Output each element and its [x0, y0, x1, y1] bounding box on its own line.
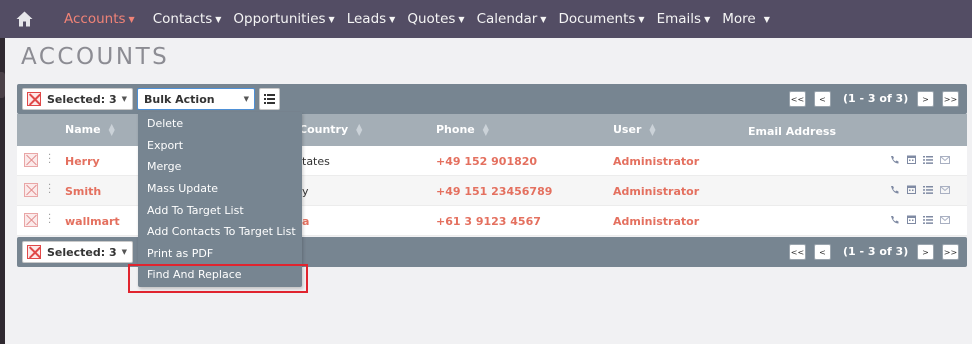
menu-item-delete[interactable]: Delete	[147, 117, 183, 130]
calendar-icon[interactable]	[906, 154, 916, 165]
column-chooser-button[interactable]	[259, 88, 280, 110]
chevron-down-icon: ▼	[243, 95, 249, 103]
country-cell: tates	[302, 155, 330, 168]
nav-emails[interactable]: Emails ▼	[651, 0, 717, 38]
chevron-down-icon: ▼	[458, 14, 465, 24]
calendar-icon[interactable]	[906, 214, 916, 225]
chevron-down-icon: ▼	[128, 14, 135, 24]
selected-count: Selected: 3	[47, 92, 117, 106]
row-actions-icon[interactable]: · · ·	[48, 211, 51, 229]
column-header-country[interactable]: Country ▲ ▼	[299, 121, 363, 137]
chevron-down-icon: ▼	[704, 14, 711, 24]
phone-link[interactable]: +49 152 901820	[436, 155, 537, 168]
phone-icon[interactable]	[889, 214, 899, 225]
task-list-icon[interactable]	[923, 214, 933, 225]
row-checkbox[interactable]	[24, 183, 38, 197]
row-actions-icon[interactable]: · · ·	[48, 181, 51, 199]
account-name-link[interactable]: wallmart	[65, 215, 120, 228]
nav-quotes[interactable]: Quotes ▼	[401, 0, 470, 38]
sort-icon: ▲ ▼	[356, 121, 363, 137]
selected-count: Selected: 3	[47, 245, 117, 259]
nav-documents[interactable]: Documents ▼	[552, 0, 650, 38]
bulk-action-button[interactable]: Bulk Action ▼	[137, 88, 255, 110]
first-page-button[interactable]: <<	[789, 244, 806, 260]
pagination-count: (1 - 3 of 3)	[843, 92, 909, 105]
task-list-icon[interactable]	[923, 184, 933, 195]
nav-opportunities[interactable]: Opportunities ▼	[227, 0, 340, 38]
nav-contacts[interactable]: Contacts ▼	[147, 0, 228, 38]
account-name-link[interactable]: Smith	[65, 185, 101, 198]
chevron-down-icon: ▼	[328, 14, 335, 24]
list-action-bar-top: Selected: 3 ▼ Bulk Action ▼ << < (1 - 3 …	[17, 84, 967, 114]
nav-leads[interactable]: Leads ▼	[341, 0, 402, 38]
last-page-button[interactable]: >>	[942, 91, 959, 107]
email-icon[interactable]	[940, 154, 950, 165]
bulk-action-label: Bulk Action	[144, 93, 215, 106]
user-link[interactable]: Administrator	[613, 185, 699, 198]
column-header-name[interactable]: Name ▲ ▼	[65, 121, 115, 137]
menu-item-merge[interactable]: Merge	[147, 160, 181, 173]
mass-select-dropdown[interactable]: Selected: 3 ▼	[22, 88, 133, 110]
next-page-button[interactable]: >	[917, 244, 934, 260]
next-page-button[interactable]: >	[917, 91, 934, 107]
menu-item-print-as-pdf[interactable]: Print as PDF	[147, 247, 213, 260]
phone-link[interactable]: +49 151 23456789	[436, 185, 552, 198]
email-icon[interactable]	[940, 214, 950, 225]
mass-select-dropdown[interactable]: Selected: 3 ▼	[22, 241, 133, 263]
list-icon	[264, 94, 275, 104]
user-link[interactable]: Administrator	[613, 215, 699, 228]
deselect-checkbox[interactable]	[27, 245, 41, 259]
chevron-down-icon: ▼	[763, 14, 770, 24]
nav-accounts[interactable]: Accounts ▼	[46, 0, 141, 38]
column-header-user[interactable]: User ▲ ▼	[613, 121, 656, 137]
chevron-down-icon: ▼	[638, 14, 645, 24]
user-link[interactable]: Administrator	[613, 155, 699, 168]
highlight-box	[128, 264, 308, 293]
column-header-phone[interactable]: Phone ▲ ▼	[436, 121, 489, 137]
first-page-button[interactable]: <<	[789, 91, 806, 107]
sort-icon: ▲ ▼	[108, 121, 115, 137]
deselect-checkbox[interactable]	[27, 92, 41, 106]
menu-item-add-contacts-to-target-list[interactable]: Add Contacts To Target List	[147, 225, 296, 238]
prev-page-button[interactable]: <	[814, 244, 831, 260]
sort-icon: ▲ ▼	[482, 121, 489, 137]
menu-item-export[interactable]: Export	[147, 139, 183, 152]
nav-more[interactable]: More ▼	[716, 0, 776, 38]
calendar-icon[interactable]	[906, 184, 916, 195]
country-cell: a	[302, 215, 310, 228]
row-checkbox[interactable]	[24, 153, 38, 167]
pagination-count: (1 - 3 of 3)	[843, 245, 909, 258]
chevron-down-icon: ▼	[389, 14, 396, 24]
chevron-down-icon: ▼	[215, 14, 222, 24]
chevron-down-icon: ▼	[540, 14, 547, 24]
bulk-action-menu: Delete Export Merge Mass Update Add To T…	[138, 112, 302, 287]
row-quick-actions	[889, 214, 950, 225]
chevron-down-icon: ▼	[121, 248, 127, 256]
sidebar-toggle[interactable]	[0, 72, 5, 98]
page-title: ACCOUNTS	[21, 44, 170, 70]
menu-item-mass-update[interactable]: Mass Update	[147, 182, 218, 195]
nav-calendar[interactable]: Calendar ▼	[471, 0, 553, 38]
row-checkbox[interactable]	[24, 213, 38, 227]
country-cell: y	[302, 185, 309, 198]
phone-link[interactable]: +61 3 9123 4567	[436, 215, 541, 228]
row-quick-actions	[889, 184, 950, 195]
column-header-email: Email Address	[748, 125, 837, 138]
home-icon[interactable]	[0, 0, 48, 38]
phone-icon[interactable]	[889, 154, 899, 165]
row-actions-icon[interactable]: · · ·	[48, 151, 51, 169]
email-icon[interactable]	[940, 184, 950, 195]
task-list-icon[interactable]	[923, 154, 933, 165]
top-navigation: Accounts ▼ Contacts ▼ Opportunities ▼ Leads…	[0, 0, 972, 38]
phone-icon[interactable]	[889, 184, 899, 195]
sort-icon: ▲ ▼	[649, 121, 656, 137]
last-page-button[interactable]: >>	[942, 244, 959, 260]
prev-page-button[interactable]: <	[814, 91, 831, 107]
account-name-link[interactable]: Herry	[65, 155, 100, 168]
row-quick-actions	[889, 154, 950, 165]
chevron-down-icon: ▼	[121, 95, 127, 103]
menu-item-add-to-target-list[interactable]: Add To Target List	[147, 204, 244, 217]
